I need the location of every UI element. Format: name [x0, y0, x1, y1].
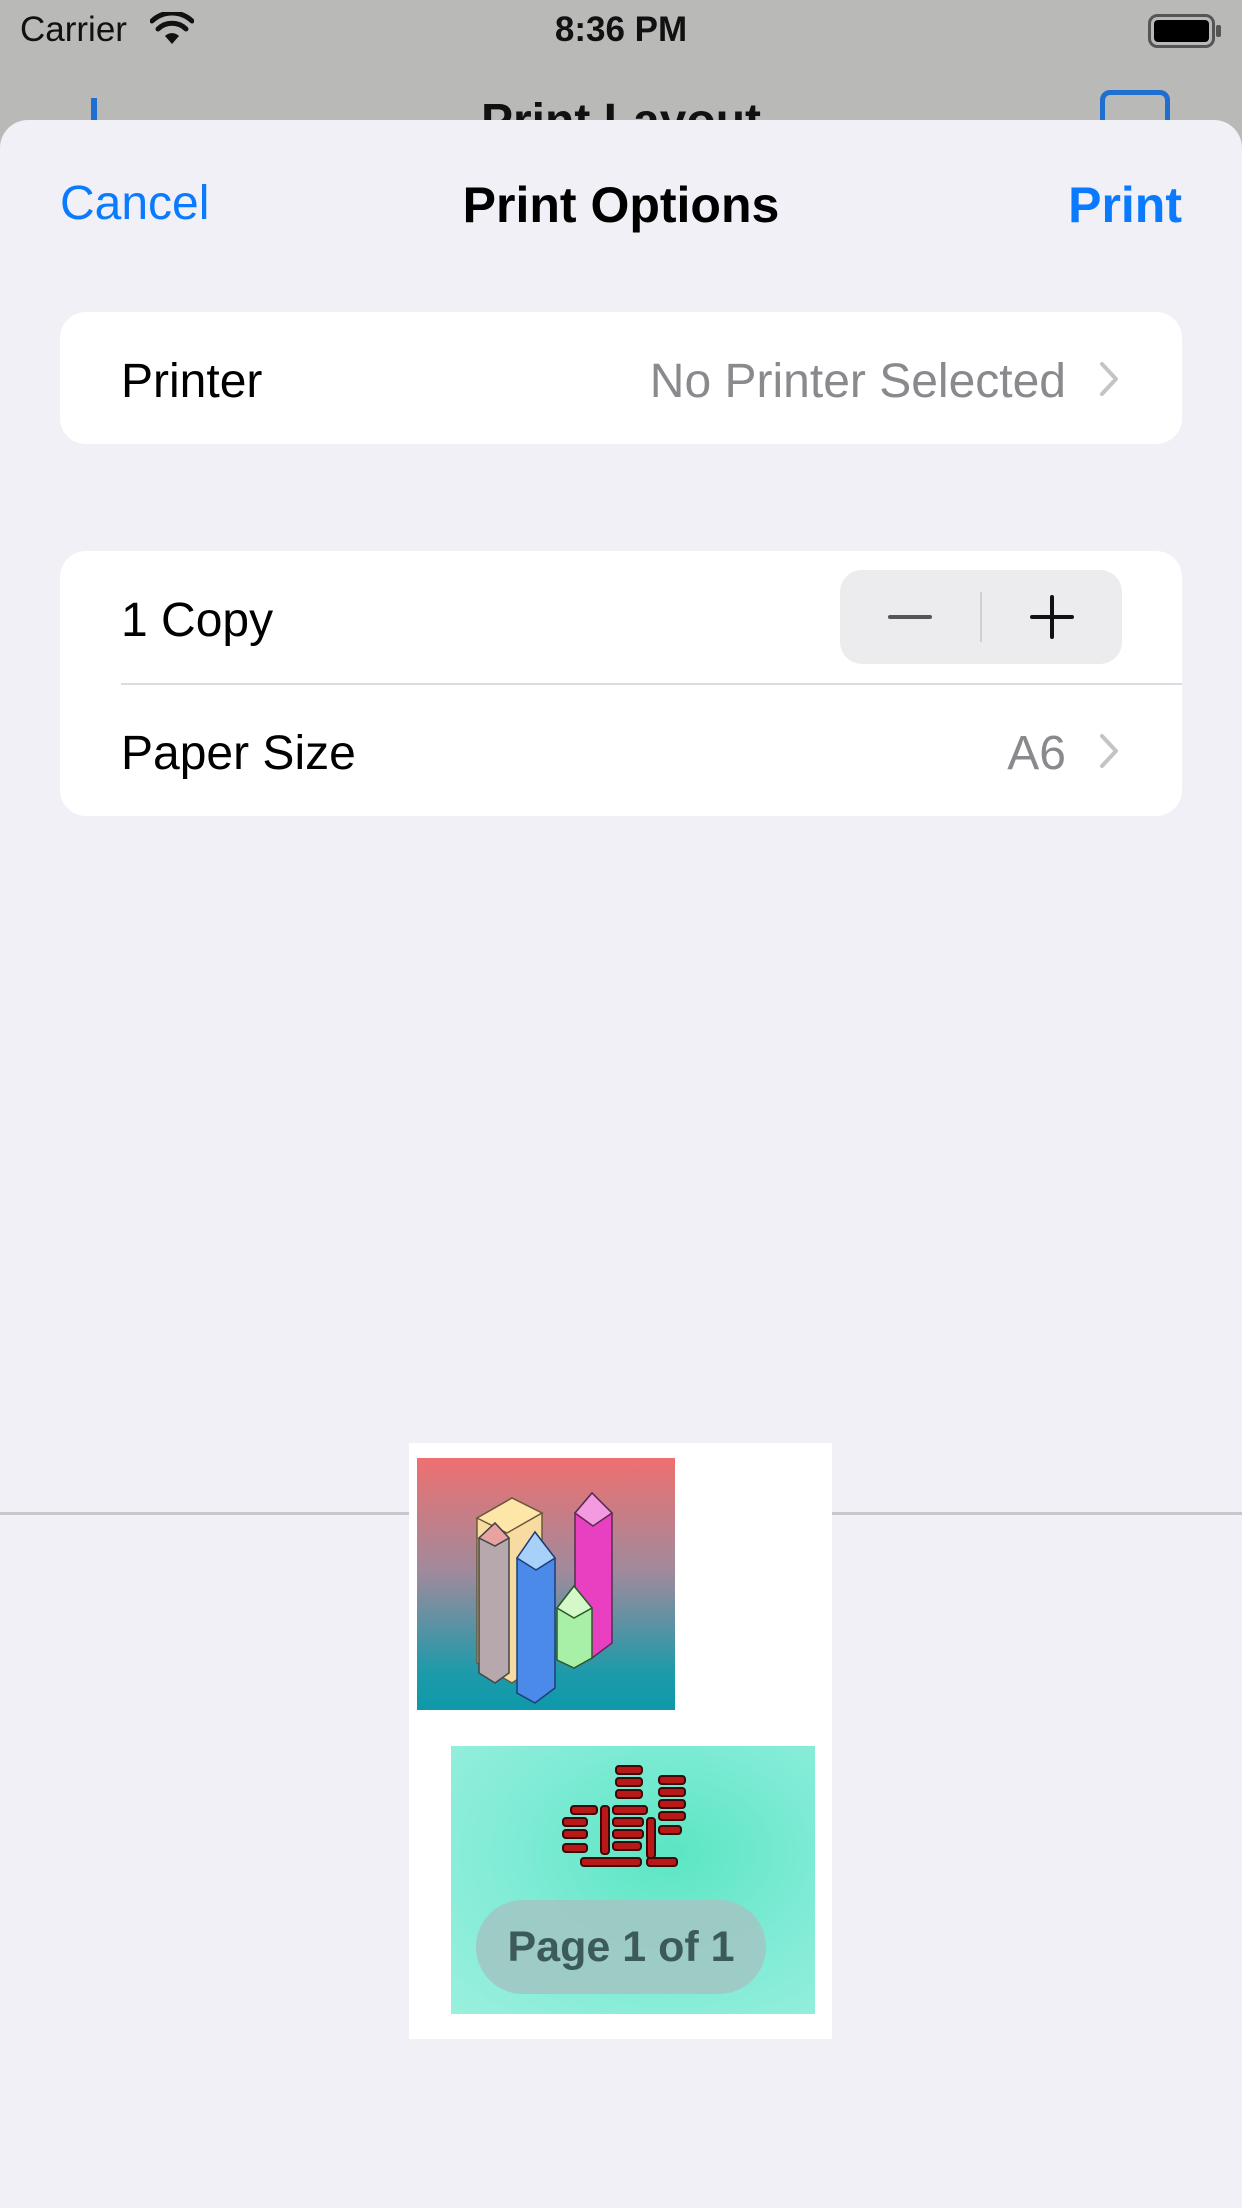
printer-label: Printer	[121, 355, 263, 408]
printer-value: No Printer Selected	[649, 355, 1066, 408]
options-group: 1 Copy Paper Size A6	[60, 551, 1182, 816]
printer-row[interactable]: Printer No Printer Selected	[60, 312, 1182, 444]
page-indicator: Page 1 of 1	[476, 1900, 766, 1994]
preview-image-towers	[417, 1458, 675, 1710]
copies-row: 1 Copy	[60, 551, 1182, 685]
background-title: Print Layout	[480, 95, 761, 122]
status-bar: Carrier 8:36 PM	[0, 0, 1242, 62]
printer-group: Printer No Printer Selected	[60, 312, 1182, 444]
paper-size-label: Paper Size	[121, 727, 356, 780]
background-nav-bar: Print Layout	[0, 62, 1242, 122]
copies-label: 1 Copy	[121, 594, 274, 647]
paper-size-value: A6	[1007, 727, 1066, 780]
decrement-button[interactable]	[840, 570, 981, 664]
battery-icon	[1148, 14, 1222, 53]
clock: 8:36 PM	[554, 10, 688, 49]
cancel-button[interactable]: Cancel	[60, 176, 209, 231]
chevron-right-icon	[1098, 733, 1120, 774]
increment-button[interactable]	[981, 570, 1122, 664]
print-button[interactable]: Print	[1068, 176, 1182, 234]
minus-icon	[888, 615, 932, 619]
sheet-header: Cancel Print Options Print	[0, 120, 1242, 290]
chevron-right-icon	[1098, 361, 1120, 402]
printer-icon	[1100, 90, 1170, 122]
copies-stepper[interactable]	[840, 570, 1122, 664]
paper-size-row[interactable]: Paper Size A6	[60, 684, 1182, 816]
